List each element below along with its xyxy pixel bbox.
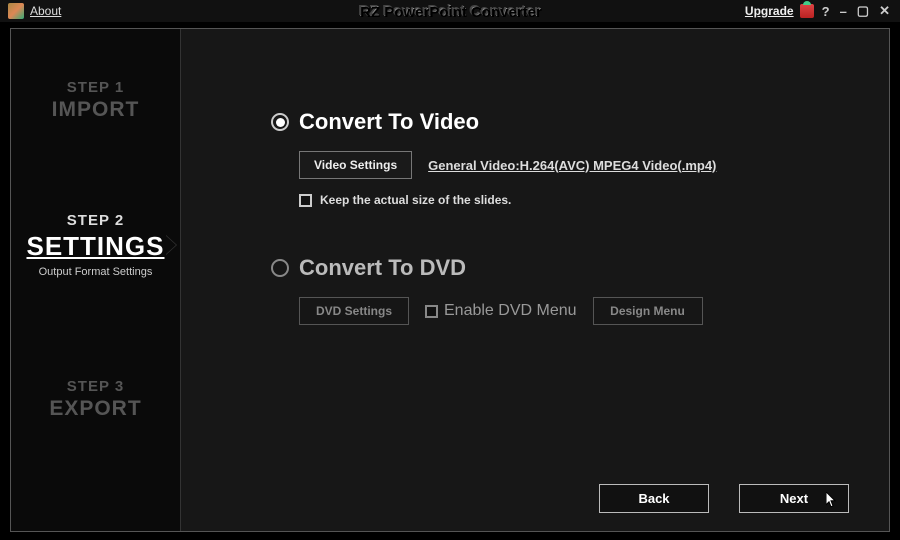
step3-num: STEP 3 [49, 378, 141, 395]
checkbox-keep-size[interactable] [299, 194, 312, 207]
option-convert-dvd: Convert To DVD DVD Settings Enable DVD M… [271, 255, 849, 325]
active-step-indicator-icon [165, 235, 176, 255]
keep-size-label: Keep the actual size of the slides. [320, 193, 511, 207]
step1-num: STEP 1 [52, 79, 140, 96]
next-button[interactable]: Next [739, 484, 849, 513]
content-area: Convert To Video Video Settings General … [181, 29, 889, 531]
video-settings-button[interactable]: Video Settings [299, 151, 412, 179]
sidebar-step-settings[interactable]: STEP 2 SETTINGS Output Format Settings [26, 212, 164, 278]
titlebar: About RZ PowerPoint Converter Upgrade ? … [0, 0, 900, 22]
sidebar-step-export[interactable]: STEP 3 EXPORT [49, 378, 141, 421]
design-menu-button[interactable]: Design Menu [593, 297, 703, 325]
sidebar: STEP 1 IMPORT STEP 2 SETTINGS Output For… [11, 29, 181, 531]
gift-icon[interactable] [800, 4, 814, 18]
radio-icon [271, 113, 289, 131]
cursor-icon [826, 491, 838, 507]
step2-sub: Output Format Settings [26, 266, 164, 278]
sidebar-step-import[interactable]: STEP 1 IMPORT [52, 79, 140, 122]
enable-dvd-menu-label: Enable DVD Menu [444, 302, 577, 320]
maximize-icon[interactable]: ▢ [855, 3, 871, 19]
dvd-settings-button[interactable]: DVD Settings [299, 297, 409, 325]
radio-icon [271, 259, 289, 277]
upgrade-link[interactable]: Upgrade [745, 4, 794, 18]
step1-name: IMPORT [52, 98, 140, 122]
back-button[interactable]: Back [599, 484, 709, 513]
step2-name: SETTINGS [26, 231, 164, 262]
nav-buttons: Back Next [599, 484, 849, 513]
app-icon [8, 3, 24, 19]
video-format-link[interactable]: General Video:H.264(AVC) MPEG4 Video(.mp… [428, 158, 716, 173]
about-link[interactable]: About [30, 4, 61, 18]
title-right-controls: Upgrade ? – ▢ ✕ [745, 3, 892, 19]
help-icon[interactable]: ? [820, 4, 832, 19]
option-convert-video: Convert To Video Video Settings General … [271, 109, 849, 207]
radio-convert-video[interactable]: Convert To Video [271, 109, 849, 135]
close-icon[interactable]: ✕ [877, 3, 892, 19]
main-frame: STEP 1 IMPORT STEP 2 SETTINGS Output For… [10, 28, 890, 532]
minimize-icon[interactable]: – [838, 4, 849, 19]
dvd-title: Convert To DVD [299, 255, 466, 281]
step2-num: STEP 2 [26, 212, 164, 229]
checkbox-enable-dvd-menu[interactable] [425, 305, 438, 318]
radio-convert-dvd[interactable]: Convert To DVD [271, 255, 849, 281]
video-title: Convert To Video [299, 109, 479, 135]
step3-name: EXPORT [49, 397, 141, 421]
